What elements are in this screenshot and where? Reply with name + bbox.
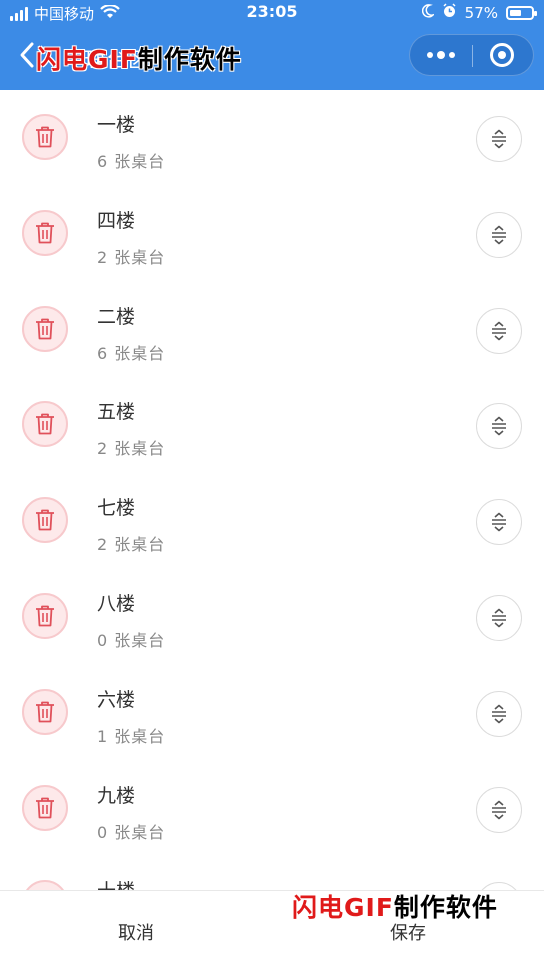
watermark-logo: 闪电GIF制作软件 <box>36 45 242 74</box>
status-bar: 中国移动 23:05 57% <box>0 0 544 26</box>
area-name: 十楼 <box>97 876 135 890</box>
list-item: 十楼 <box>0 856 544 890</box>
cancel-button[interactable]: 取消 <box>0 919 272 945</box>
table-count: 0 张桌台 <box>97 822 166 842</box>
alarm-icon <box>442 3 457 22</box>
drag-sort-icon[interactable] <box>476 307 522 354</box>
area-name: 五楼 <box>97 401 136 424</box>
drag-sort-icon[interactable] <box>476 690 522 737</box>
table-count: 6 张桌台 <box>97 343 166 363</box>
table-count: 2 张桌台 <box>97 535 166 555</box>
list-item: 一楼 6 张桌台 <box>0 90 544 185</box>
trash-icon[interactable] <box>22 401 68 448</box>
mini-program-capsule <box>409 34 534 76</box>
trash-icon[interactable] <box>22 880 68 890</box>
table-count: 1 张桌台 <box>97 726 166 746</box>
battery-percent: 57% <box>464 3 498 22</box>
area-name: 八楼 <box>97 593 136 615</box>
moon-icon <box>421 3 436 22</box>
table-count: 0 张桌台 <box>97 631 166 650</box>
drag-sort-icon[interactable] <box>476 786 522 833</box>
nav-bar: 管理理台区 闪电GIF制作软件 <box>0 26 544 90</box>
table-count: 6 张桌台 <box>97 152 166 171</box>
trash-icon[interactable] <box>22 114 68 160</box>
list-item: 九楼 0 张桌台 <box>0 761 544 856</box>
trash-icon[interactable] <box>22 305 68 352</box>
trash-icon[interactable] <box>22 593 68 639</box>
trash-icon[interactable] <box>22 497 68 544</box>
list-item: 六楼 1 张桌台 <box>0 665 544 760</box>
list-item: 二楼 6 张桌台 <box>0 282 544 377</box>
battery-icon <box>506 5 537 20</box>
drag-sort-icon[interactable] <box>476 403 522 450</box>
area-name: 九楼 <box>97 784 136 807</box>
drag-sort-icon[interactable] <box>476 499 522 546</box>
table-count: 2 张桌台 <box>97 247 166 267</box>
drag-sort-icon[interactable] <box>476 116 522 162</box>
target-icon[interactable] <box>490 43 514 67</box>
header: 中国移动 23:05 57% 管理理台区 <box>0 0 544 90</box>
list-item: 五楼 2 张桌台 <box>0 377 544 472</box>
area-name: 四楼 <box>97 209 136 232</box>
area-name: 二楼 <box>97 305 136 328</box>
table-count: 2 张桌台 <box>97 439 166 459</box>
list-item: 四楼 2 张桌台 <box>0 186 544 281</box>
watermark-logo: 闪电GIF制作软件 <box>292 893 498 922</box>
trash-icon[interactable] <box>22 784 68 831</box>
area-name: 一楼 <box>97 114 136 136</box>
list-item: 七楼 2 张桌台 <box>0 473 544 568</box>
area-name: 六楼 <box>97 688 136 711</box>
area-name: 七楼 <box>97 497 136 520</box>
drag-sort-icon[interactable] <box>476 595 522 641</box>
area-list: 一楼 6 张桌台 四楼 2 张桌台 二楼 6 张桌台 五楼 2 张桌台 七楼 2 张桌台 八楼 0 张… <box>0 90 544 890</box>
trash-icon[interactable] <box>22 209 68 256</box>
drag-sort-icon[interactable] <box>476 211 522 258</box>
more-dots-icon[interactable] <box>410 35 472 75</box>
list-item: 八楼 0 张桌台 <box>0 569 544 664</box>
trash-icon[interactable] <box>22 688 68 735</box>
